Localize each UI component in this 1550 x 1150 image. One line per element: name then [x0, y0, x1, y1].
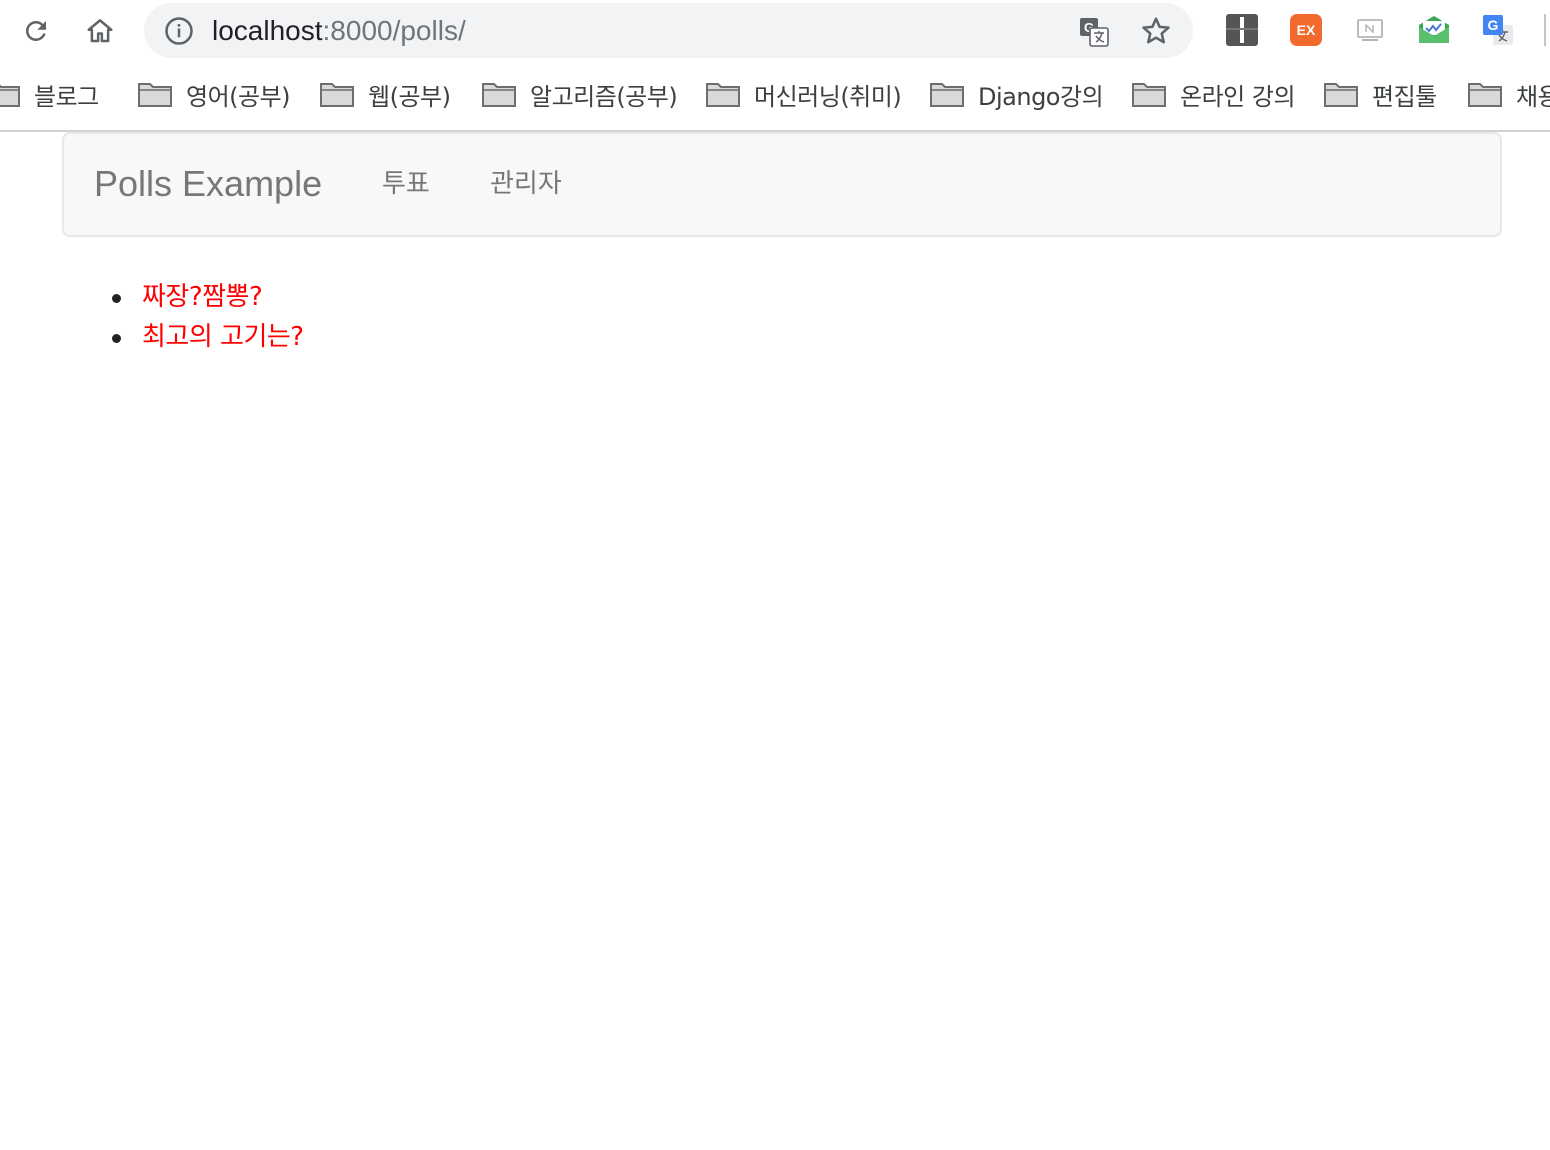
home-icon	[87, 19, 113, 43]
bookmark-folder-blog[interactable]: 블로그	[0, 76, 99, 112]
navbar-brand[interactable]: Polls Example	[94, 163, 322, 205]
url-host: localhost	[212, 15, 323, 46]
bookmark-folder-english[interactable]: 영어(공부)	[138, 76, 291, 112]
bookmark-manager-extension[interactable]	[1225, 13, 1259, 47]
toolbar-divider	[1544, 14, 1546, 46]
reload-icon	[25, 20, 46, 41]
folder-icon	[1468, 83, 1502, 107]
reload-button[interactable]	[17, 12, 55, 50]
bookmark-label: 웹(공부)	[368, 82, 451, 111]
bookmark-label: 알고리즘(공부)	[530, 82, 678, 111]
address-bar[interactable]: localhost:8000/polls/ G	[144, 3, 1193, 58]
folder-icon	[138, 83, 172, 107]
browser-toolbar: localhost:8000/polls/ G EX G	[0, 0, 1550, 62]
bookmark-folder-algorithm[interactable]: 알고리즘(공부)	[482, 76, 678, 112]
star-icon[interactable]	[1140, 15, 1172, 47]
folder-icon	[706, 83, 740, 107]
folder-icon	[1324, 83, 1358, 107]
bookmark-label: 영어(공부)	[186, 82, 291, 111]
bookmark-folder-django[interactable]: Django강의	[930, 76, 1104, 112]
bookmark-label: Django강의	[978, 82, 1104, 111]
info-icon[interactable]	[164, 16, 194, 46]
google-translate-extension[interactable]: G	[1481, 13, 1515, 47]
bookmark-folder-hiring[interactable]: 채용	[1468, 76, 1550, 112]
ex-extension-label: EX	[1297, 22, 1316, 38]
bookmark-label: 편집툴	[1372, 82, 1437, 111]
url-text[interactable]: localhost:8000/polls/	[212, 15, 466, 47]
translate-icon[interactable]: G	[1078, 16, 1110, 48]
poll-question-link[interactable]: 짜장?짬뽕?	[142, 279, 263, 315]
ex-icon: EX	[1290, 14, 1322, 46]
site-navbar: Polls Example 투표 관리자	[62, 132, 1502, 237]
bookmark-label: 머신러닝(취미)	[754, 82, 902, 111]
bookmark-folder-machine-learning[interactable]: 머신러닝(취미)	[706, 76, 902, 112]
google-translate-label: G	[1488, 17, 1499, 33]
bookmarks-bar: 블로그 영어(공부) 웹(공부) 알고리즘(공부) 머신러닝(취미) Djang…	[0, 62, 1550, 132]
nav-link-vote[interactable]: 투표	[382, 167, 430, 201]
folder-icon	[930, 83, 964, 107]
bookmark-label: 채용	[1516, 82, 1550, 111]
nav-link-admin[interactable]: 관리자	[490, 167, 562, 201]
home-button[interactable]	[81, 12, 119, 50]
google-translate-icon: G	[1483, 15, 1513, 45]
poll-question-link[interactable]: 최고의 고기는?	[142, 319, 304, 355]
list-bullet	[112, 294, 121, 303]
folder-icon	[482, 83, 516, 107]
url-path: :8000/polls/	[322, 15, 466, 46]
bookmark-label: 블로그	[34, 82, 99, 111]
bookmark-folder-editing-tools[interactable]: 편집툴	[1324, 76, 1437, 112]
mail-check-icon	[1419, 16, 1449, 43]
bookmark-manager-icon	[1226, 14, 1258, 46]
folder-icon	[320, 83, 354, 107]
folder-icon	[0, 84, 20, 107]
bookmark-label: 온라인 강의	[1180, 82, 1296, 111]
notion-extension[interactable]	[1353, 13, 1387, 47]
bookmark-folder-web[interactable]: 웹(공부)	[320, 76, 451, 112]
folder-icon	[1132, 83, 1166, 107]
notion-icon	[1357, 19, 1383, 41]
mail-check-extension[interactable]	[1417, 13, 1451, 47]
list-bullet	[112, 334, 121, 343]
bookmark-folder-online-course[interactable]: 온라인 강의	[1132, 76, 1296, 112]
ex-extension[interactable]: EX	[1289, 13, 1323, 47]
